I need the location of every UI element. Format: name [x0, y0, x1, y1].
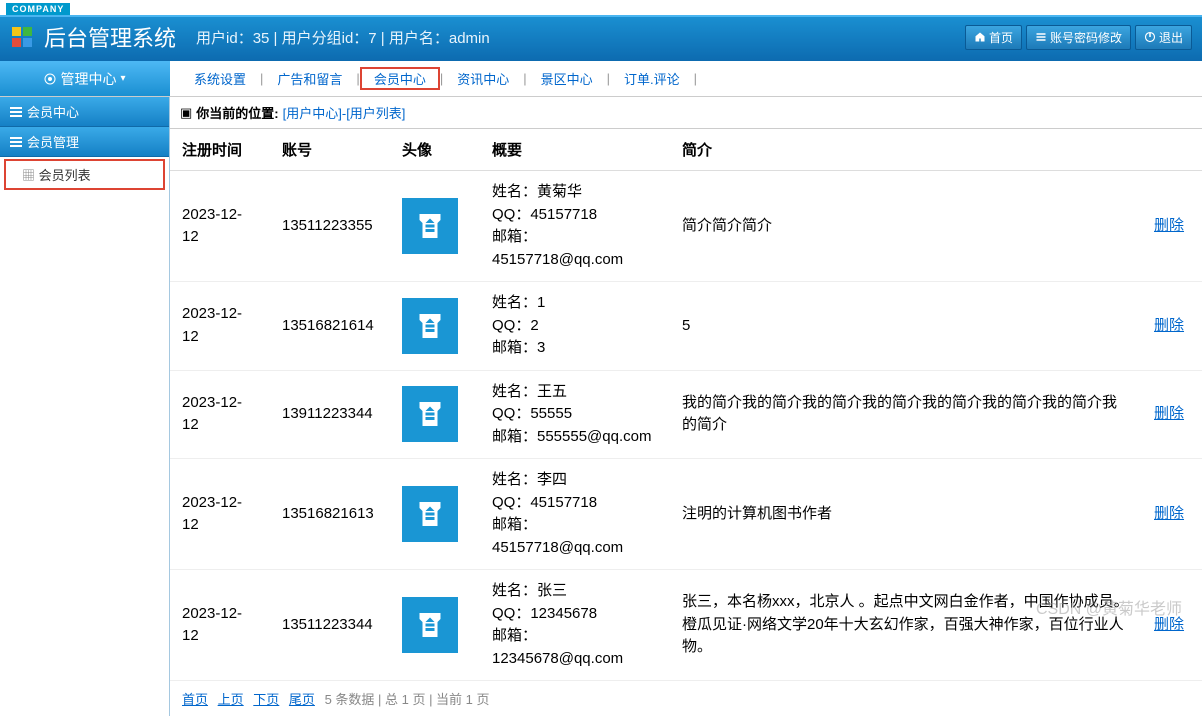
logo-icon	[10, 25, 34, 49]
sidebar-item-userlist[interactable]: ▦ 会员列表	[4, 159, 165, 190]
cell-account: 13516821613	[270, 459, 390, 570]
cell-intro: 注明的计算机图书作者	[670, 459, 1142, 570]
power-icon	[1144, 31, 1156, 43]
nav-item-members[interactable]: 会员中心	[360, 67, 440, 90]
bars-icon	[10, 136, 22, 148]
col-action	[1142, 129, 1202, 171]
cell-action: 删除	[1142, 282, 1202, 371]
cell-avatar	[390, 459, 480, 570]
home-button[interactable]: 首页	[965, 25, 1022, 50]
user-info: 用户id：35 | 用户分组id：7 | 用户名：admin	[196, 27, 490, 48]
delete-link[interactable]: 删除	[1154, 505, 1184, 522]
cell-avatar	[390, 570, 480, 681]
sidebar-section-manage[interactable]: 会员管理	[0, 127, 169, 157]
nav-item-news[interactable]: 资讯中心	[443, 67, 523, 90]
cell-account: 13511223355	[270, 171, 390, 282]
nav-left-panel: 管理中心 ▾	[0, 61, 170, 96]
sidebar-item-label: 会员列表	[39, 168, 91, 183]
breadcrumb: ▣ 你当前的位置: [用户中心]-[用户列表]	[170, 97, 1202, 129]
logout-button-label: 退出	[1159, 29, 1183, 46]
gear-icon	[44, 73, 56, 85]
delete-link[interactable]: 删除	[1154, 616, 1184, 633]
pager-last[interactable]: 尾页	[289, 692, 315, 707]
cell-regtime: 2023-12-12	[170, 459, 270, 570]
avatar-icon	[402, 597, 458, 653]
location-icon: ▣	[180, 105, 192, 121]
cell-account: 13511223344	[270, 570, 390, 681]
nav-menu: 系统设置| 广告和留言| 会员中心| 资讯中心| 景区中心| 订单.评论|	[170, 61, 1202, 96]
sidebar-section-label: 会员管理	[27, 132, 79, 151]
table-row: 2023-12-12 13516821614 姓名：1 QQ：2 邮箱：3 5 …	[170, 282, 1202, 371]
delete-link[interactable]: 删除	[1154, 217, 1184, 234]
nav-left-label: 管理中心	[60, 69, 116, 89]
nav-item-ads[interactable]: 广告和留言	[263, 67, 356, 90]
cell-regtime: 2023-12-12	[170, 570, 270, 681]
cell-avatar	[390, 171, 480, 282]
table-row: 2023-12-12 13511223344 姓名：张三 QQ：12345678…	[170, 570, 1202, 681]
cell-summary: 姓名：1 QQ：2 邮箱：3	[480, 282, 670, 371]
chevron-down-icon: ▾	[120, 73, 125, 84]
cell-summary: 姓名：王五 QQ：55555 邮箱：555555@qq.com	[480, 370, 670, 459]
app-title: 后台管理系统	[44, 21, 176, 53]
pager-next[interactable]: 下页	[253, 692, 279, 707]
cell-avatar	[390, 282, 480, 371]
cell-action: 删除	[1142, 570, 1202, 681]
home-icon	[974, 31, 986, 43]
home-button-label: 首页	[989, 29, 1013, 46]
cell-action: 删除	[1142, 171, 1202, 282]
pager-first[interactable]: 首页	[182, 692, 208, 707]
delete-link[interactable]: 删除	[1154, 405, 1184, 422]
col-account: 账号	[270, 129, 390, 171]
cell-summary: 姓名：张三 QQ：12345678 邮箱：12345678@qq.com	[480, 570, 670, 681]
nav-item-scenic[interactable]: 景区中心	[527, 67, 607, 90]
cell-intro: 我的简介我的简介我的简介我的简介我的简介我的简介我的简介我的简介	[670, 370, 1142, 459]
sidebar-section-label: 会员中心	[27, 102, 79, 121]
bars-icon	[10, 106, 22, 118]
cell-intro: 简介简介简介	[670, 171, 1142, 282]
delete-link[interactable]: 删除	[1154, 317, 1184, 334]
doc-icon: ▦	[22, 168, 39, 183]
cell-summary: 姓名：黄菊华 QQ：45157718 邮箱：45157718@qq.com	[480, 171, 670, 282]
cell-regtime: 2023-12-12	[170, 282, 270, 371]
breadcrumb-label: 你当前的位置:	[196, 103, 278, 122]
cell-intro: 张三，本名杨xxx，北京人 。起点中文网白金作者，中国作协成员。橙瓜见证·网络文…	[670, 570, 1142, 681]
user-table: 注册时间 账号 头像 概要 简介 2023-12-12 13511223355 …	[170, 129, 1202, 681]
password-button-label: 账号密码修改	[1050, 29, 1122, 46]
pager-prev[interactable]: 上页	[218, 692, 244, 707]
table-row: 2023-12-12 13516821613 姓名：李四 QQ：45157718…	[170, 459, 1202, 570]
header-bar: 后台管理系统 用户id：35 | 用户分组id：7 | 用户名：admin 首页…	[0, 15, 1202, 61]
pager: 首页 上页 下页 尾页 5 条数据 | 总 1 页 | 当前 1 页	[170, 681, 1202, 716]
cell-regtime: 2023-12-12	[170, 370, 270, 459]
avatar-icon	[402, 298, 458, 354]
table-row: 2023-12-12 13911223344 姓名：王五 QQ：55555 邮箱…	[170, 370, 1202, 459]
logout-button[interactable]: 退出	[1135, 25, 1192, 50]
cell-regtime: 2023-12-12	[170, 171, 270, 282]
company-badge: COMPANY	[6, 3, 70, 15]
avatar-icon	[402, 198, 458, 254]
table-row: 2023-12-12 13511223355 姓名：黄菊华 QQ：4515771…	[170, 171, 1202, 282]
col-avatar: 头像	[390, 129, 480, 171]
cell-intro: 5	[670, 282, 1142, 371]
sidebar: 会员中心 会员管理 ▦ 会员列表	[0, 97, 170, 716]
cell-action: 删除	[1142, 459, 1202, 570]
sidebar-section-members[interactable]: 会员中心	[0, 97, 169, 127]
nav-item-system[interactable]: 系统设置	[180, 67, 260, 90]
cell-avatar	[390, 370, 480, 459]
avatar-icon	[402, 386, 458, 442]
pager-info: 5 条数据 | 总 1 页 | 当前 1 页	[325, 692, 490, 707]
col-regtime: 注册时间	[170, 129, 270, 171]
nav-item-orders[interactable]: 订单.评论	[610, 67, 694, 90]
cell-account: 13516821614	[270, 282, 390, 371]
list-icon	[1035, 31, 1047, 43]
breadcrumb-path: [用户中心]-[用户列表]	[283, 103, 406, 122]
content-area: ▣ 你当前的位置: [用户中心]-[用户列表] 注册时间 账号 头像 概要 简介…	[170, 97, 1202, 716]
avatar-icon	[402, 486, 458, 542]
cell-action: 删除	[1142, 370, 1202, 459]
cell-summary: 姓名：李四 QQ：45157718 邮箱：45157718@qq.com	[480, 459, 670, 570]
col-intro: 简介	[670, 129, 1142, 171]
password-button[interactable]: 账号密码修改	[1026, 25, 1131, 50]
col-summary: 概要	[480, 129, 670, 171]
cell-account: 13911223344	[270, 370, 390, 459]
nav-bar: 管理中心 ▾ 系统设置| 广告和留言| 会员中心| 资讯中心| 景区中心| 订单…	[0, 61, 1202, 97]
